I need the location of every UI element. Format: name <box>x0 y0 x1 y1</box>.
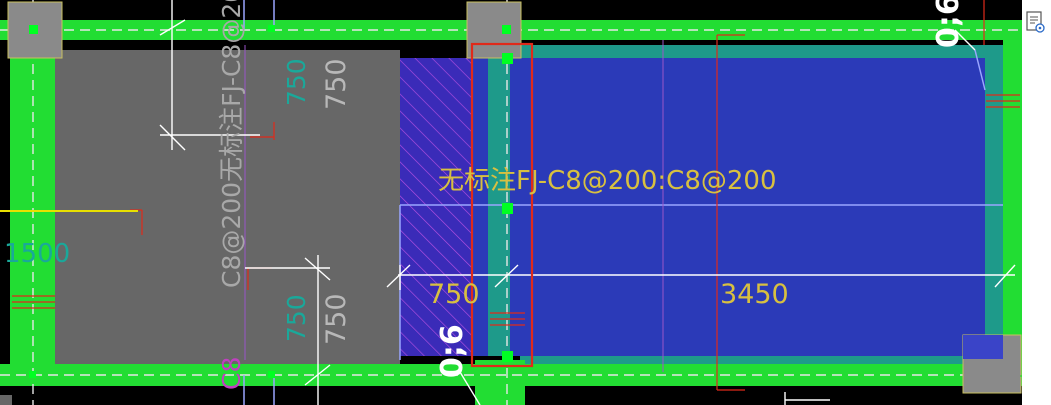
rebar-label-vertical-fragment: C8 <box>217 357 246 390</box>
properties-panel-icon[interactable] <box>1025 10 1047 36</box>
grip-point <box>29 25 38 34</box>
rebar-label-horizontal[interactable]: 无标注FJ-C8@200:C8@200 <box>438 166 776 196</box>
grip-point <box>29 371 36 378</box>
dimension-text-1500: 1500 <box>4 239 70 269</box>
rebar-label-vertical[interactable]: C8@200无标注FJ-C8@200:C <box>217 0 246 288</box>
hatched-slab-region[interactable] <box>400 58 472 356</box>
ratio-text-top-right: 0;6 <box>931 0 966 48</box>
slab-region-fragment <box>0 395 12 405</box>
grip-point <box>502 203 513 214</box>
dimension-text-750-top: 750 <box>321 58 352 110</box>
teal-beam-strip-right[interactable] <box>985 58 1005 356</box>
dimension-text-750-green-top: 750 <box>282 58 311 106</box>
column-overlap <box>963 335 1003 359</box>
grip-point <box>268 25 275 32</box>
side-panel <box>1022 0 1051 405</box>
wall-right <box>1003 40 1022 385</box>
dimension-text-750: 750 <box>428 279 480 310</box>
column-top-center[interactable] <box>466 1 522 59</box>
ratio-text-bottom: 0;6 <box>435 324 470 378</box>
grip-point <box>502 53 513 64</box>
dimension-text-750-bottom: 750 <box>321 293 352 345</box>
grip-point <box>502 351 513 362</box>
blue-slab-region[interactable] <box>505 58 985 356</box>
dimension-text-750-green-bottom: 750 <box>282 294 311 342</box>
grip-point <box>268 371 275 378</box>
dimension-text-3450: 3450 <box>720 279 789 310</box>
grip-point <box>502 25 511 34</box>
cad-drawing-canvas[interactable]: 无标注FJ-C8@200:C8@200 C8@200无标注FJ-C8@200:C… <box>0 0 1051 405</box>
